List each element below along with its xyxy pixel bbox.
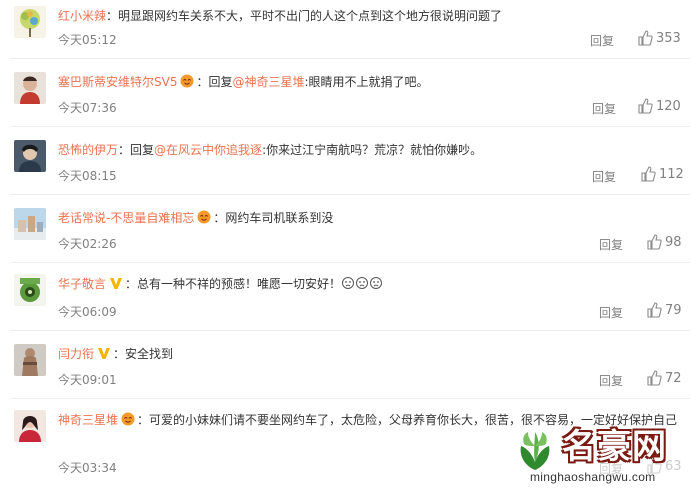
mention-link[interactable]: @在风云中你追我逐 xyxy=(154,143,262,157)
comment-line: 恐怖的伊万：回复@在风云中你追我逐:你来过江宁南航吗？荒凉？就怕你嫌吵。 xyxy=(58,140,680,160)
reply-button[interactable]: 回复 xyxy=(592,168,616,185)
reply-button[interactable]: 回复 xyxy=(599,304,623,321)
timestamp: 今天09:01 xyxy=(58,373,117,387)
reply-prefix: 回复 xyxy=(208,75,233,89)
avatar[interactable] xyxy=(14,140,46,172)
comment-line: 闫力衔 ：安全找到 xyxy=(58,344,680,364)
mention-link[interactable]: @神奇三星堆 xyxy=(233,75,305,89)
timestamp: 今天06:09 xyxy=(58,305,117,319)
like-count: 353 xyxy=(656,30,681,46)
colon: ： xyxy=(125,277,138,291)
thumbs-up-icon xyxy=(647,370,662,386)
username-link[interactable]: 闫力衔 xyxy=(58,347,94,361)
timestamp: 今天03:34 xyxy=(58,461,117,475)
avatar[interactable] xyxy=(14,410,46,442)
watermark-url: minghaoshangwu.com xyxy=(530,470,656,484)
reply-button[interactable]: 回复 xyxy=(599,372,623,389)
colon: ： xyxy=(118,143,131,157)
avatar[interactable] xyxy=(14,208,46,240)
colon: ： xyxy=(196,75,209,89)
comment-line: 红小米辣：明显跟网约车关系不大，平时不出门的人这个点到这个地方很说明问题了 xyxy=(58,6,680,26)
reply-button[interactable]: 回复 xyxy=(599,236,623,253)
like-button[interactable]: 72 xyxy=(646,370,682,386)
like-count: 79 xyxy=(665,302,682,318)
comment-text: 网约车司机联系到没 xyxy=(225,211,334,225)
comment-line: 塞巴斯蒂安维特尔SV5 ：回复@神奇三星堆:眼睛用不上就捐了吧。 xyxy=(58,72,680,92)
like-button[interactable]: 112 xyxy=(640,166,684,182)
thumbs-up-icon xyxy=(647,234,662,250)
comment-line: 华子敬言 ：总有一种不祥的预感！唯愿一切安好！ xyxy=(58,274,680,296)
colon: ： xyxy=(106,9,119,23)
thumbs-up-icon xyxy=(647,302,662,318)
like-button[interactable]: 353 xyxy=(637,30,681,46)
colon: ： xyxy=(213,211,226,225)
like-count: 98 xyxy=(665,234,682,250)
comment-text: 明显跟网约车关系不大，平时不出门的人这个点到这个地方很说明问题了 xyxy=(118,9,503,23)
colon: ： xyxy=(113,347,126,361)
like-button[interactable]: 79 xyxy=(646,302,682,318)
like-button[interactable]: 98 xyxy=(646,234,682,250)
comment-text: :眼睛用不上就捐了吧。 xyxy=(304,75,429,89)
member-badge-icon xyxy=(121,412,135,426)
timestamp: 今天07:36 xyxy=(58,101,117,115)
watermark-logo-icon xyxy=(520,432,550,470)
comment-line: 老话常说-不思量自难相忘 ：网约车司机联系到没 xyxy=(58,208,680,228)
separator xyxy=(10,58,690,59)
avatar[interactable] xyxy=(14,274,46,306)
comment-text: 总有一种不祥的预感！唯愿一切安好！ xyxy=(137,277,342,291)
watermark: 名豪网 minghaoshangwu.com xyxy=(510,420,685,494)
thumbs-up-icon xyxy=(638,98,653,114)
timestamp: 今天02:26 xyxy=(58,237,117,251)
verified-v-icon xyxy=(109,276,123,290)
username-link[interactable]: 恐怖的伊万 xyxy=(58,143,118,157)
comment-text: :你来过江宁南航吗？荒凉？就怕你嫌吵。 xyxy=(262,143,483,157)
username-link[interactable]: 老话常说-不思量自难相忘 xyxy=(58,211,194,225)
timestamp: 今天05:12 xyxy=(58,33,117,47)
avatar[interactable] xyxy=(14,72,46,104)
verified-v-icon xyxy=(97,346,111,360)
separator xyxy=(10,262,690,263)
separator xyxy=(10,398,690,399)
username-link[interactable]: 华子敬言 xyxy=(58,277,106,291)
separator xyxy=(10,330,690,331)
avatar[interactable] xyxy=(14,6,46,38)
username-link[interactable]: 红小米辣 xyxy=(58,9,106,23)
like-count: 120 xyxy=(656,98,681,114)
like-button[interactable]: 120 xyxy=(637,98,681,114)
reply-button[interactable]: 回复 xyxy=(590,32,614,49)
sad-emoji-icon xyxy=(341,276,385,296)
timestamp: 今天08:15 xyxy=(58,169,117,183)
colon: ： xyxy=(137,413,150,427)
thumbs-up-icon xyxy=(641,166,656,182)
username-link[interactable]: 神奇三星堆 xyxy=(58,413,118,427)
like-count: 72 xyxy=(665,370,682,386)
comment-text: 安全找到 xyxy=(125,347,174,361)
thumbs-up-icon xyxy=(638,30,653,46)
username-link[interactable]: 塞巴斯蒂安维特尔SV5 xyxy=(58,75,177,89)
like-count: 112 xyxy=(659,166,684,182)
avatar[interactable] xyxy=(14,344,46,376)
member-badge-icon xyxy=(197,210,211,224)
reply-prefix: 回复 xyxy=(130,143,155,157)
watermark-title: 名豪网 xyxy=(562,427,667,467)
separator xyxy=(10,126,690,127)
member-badge-icon xyxy=(180,74,194,88)
reply-button[interactable]: 回复 xyxy=(592,100,616,117)
separator xyxy=(10,194,690,195)
